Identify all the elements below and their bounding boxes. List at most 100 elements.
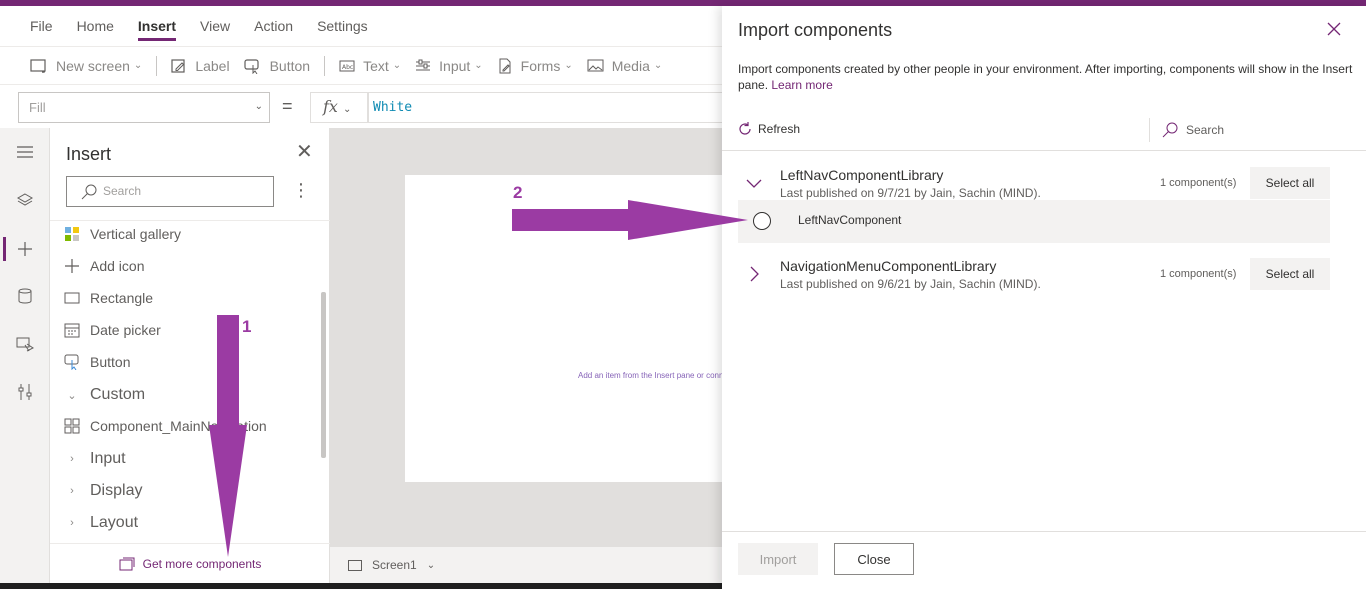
text-label: Text — [363, 57, 389, 74]
screen-selector[interactable]: Screen1 — [372, 558, 417, 572]
text-box-icon: Abc — [339, 60, 355, 71]
get-more-components-link[interactable]: Get more components — [50, 543, 330, 583]
component-count: 1 component(s) — [1160, 177, 1237, 189]
category-label: Layout — [90, 514, 139, 531]
new-screen-label: New screen — [56, 57, 130, 74]
formula-input[interactable]: White — [368, 92, 722, 123]
library-name: NavigationMenuComponentLibrary — [780, 258, 997, 274]
search-label: Search — [1186, 123, 1225, 137]
fx-label: fx — [323, 97, 338, 116]
insert-item-vertical-gallery[interactable]: Vertical gallery — [64, 220, 181, 248]
list-item-label: Date picker — [90, 322, 161, 338]
component-radio[interactable] — [753, 212, 771, 230]
data-cylinder-icon[interactable] — [13, 284, 37, 308]
media-icon[interactable] — [13, 332, 37, 356]
category-label: Input — [90, 450, 126, 467]
category-display[interactable]: › Display — [64, 477, 142, 505]
category-label: Display — [90, 482, 143, 499]
component-icon — [64, 418, 80, 434]
calendar-icon — [64, 322, 80, 338]
select-all-button[interactable]: Select all — [1250, 258, 1330, 290]
learn-more-link[interactable]: Learn more — [771, 78, 832, 92]
svg-text:Abc: Abc — [342, 64, 353, 71]
insert-item-add-icon[interactable]: Add icon — [64, 252, 144, 280]
input-dropdown[interactable]: Input ⌄ — [415, 58, 483, 74]
library-published: Last published on 9/6/21 by Jain, Sachin… — [780, 277, 1041, 291]
advanced-tools-icon[interactable] — [13, 380, 37, 404]
divider — [1149, 118, 1150, 142]
annotation-arrow-down — [209, 315, 247, 557]
panel-description: Import components created by other peopl… — [738, 61, 1353, 93]
media-dropdown[interactable]: Media ⌄ — [587, 57, 662, 74]
menu-view[interactable]: View — [200, 6, 230, 46]
label-button[interactable]: Label — [171, 58, 230, 74]
insert-item-rectangle[interactable]: Rectangle — [64, 284, 153, 312]
insert-item-button[interactable]: Button — [64, 348, 130, 376]
hamburger-menu-icon[interactable] — [13, 140, 37, 164]
insert-close-icon[interactable]: ✕ — [296, 142, 313, 162]
component-row[interactable]: LeftNavComponent — [738, 200, 1330, 243]
insert-item-date-picker[interactable]: Date picker — [64, 316, 161, 344]
status-bar: Screen1 ⌄ — [330, 546, 722, 583]
refresh-button[interactable]: Refresh — [738, 122, 800, 136]
import-components-panel: Import components Import components crea… — [722, 6, 1366, 589]
chevron-down-icon: ⌄ — [474, 60, 483, 71]
component-count: 1 component(s) — [1160, 268, 1237, 280]
panel-search[interactable]: Search — [1162, 122, 1224, 138]
select-all-button[interactable]: Select all — [1250, 167, 1330, 199]
menu-home[interactable]: Home — [77, 6, 114, 46]
forms-label: Forms — [520, 57, 561, 74]
chevron-down-icon[interactable] — [746, 175, 762, 191]
close-icon[interactable] — [1325, 20, 1343, 38]
insert-list: Vertical gallery Add icon Rectangle Date… — [50, 221, 320, 543]
text-dropdown[interactable]: Abc Text ⌄ — [339, 58, 401, 74]
menu-action[interactable]: Action — [254, 6, 293, 46]
more-options-icon[interactable]: ⋮ — [292, 180, 310, 201]
insert-search-input[interactable]: Search — [66, 176, 274, 207]
library-row: NavigationMenuComponentLibrary Last publ… — [738, 258, 1330, 298]
gallery-icon — [64, 226, 80, 242]
chevron-right-icon: › — [70, 453, 74, 465]
rail-active-indicator — [3, 237, 6, 261]
chevron-right-icon: › — [70, 517, 74, 529]
canvas-area: Add an item from the Insert pane or conn… — [330, 128, 722, 546]
component-library-icon — [119, 557, 135, 570]
menu-insert[interactable]: Insert — [137, 6, 177, 46]
chevron-right-icon: › — [70, 485, 74, 497]
panel-title: Import components — [738, 20, 893, 40]
input-label: Input — [439, 57, 471, 74]
media-image-icon — [587, 59, 604, 72]
chevron-down-icon: ⌄ — [392, 60, 402, 71]
list-item-label: Vertical gallery — [90, 226, 182, 242]
category-layout[interactable]: › Layout — [64, 509, 138, 537]
forms-dropdown[interactable]: Forms ⌄ — [497, 58, 573, 74]
property-value: Fill — [29, 100, 46, 115]
import-button[interactable]: Import — [738, 543, 818, 575]
insert-plus-icon[interactable] — [13, 237, 37, 261]
fx-button[interactable]: fx ⌄ — [310, 92, 368, 123]
chevron-down-icon: ⌄ — [133, 60, 143, 71]
menu-settings[interactable]: Settings — [317, 6, 368, 46]
toolbar-divider — [156, 55, 158, 76]
category-custom[interactable]: ⌄ Custom — [64, 381, 145, 409]
refresh-label: Refresh — [758, 122, 801, 136]
chevron-down-icon: ⌄ — [426, 559, 436, 571]
category-input[interactable]: › Input — [64, 445, 126, 473]
menu-file[interactable]: File — [30, 6, 53, 46]
toolbar-divider — [324, 55, 326, 76]
close-button[interactable]: Close — [834, 543, 914, 575]
refresh-icon — [739, 122, 751, 135]
button-button[interactable]: Button — [243, 58, 310, 74]
input-sliders-icon — [416, 59, 431, 70]
new-screen-button[interactable]: New screen ⌄ — [30, 58, 142, 74]
tree-view-layers-icon[interactable] — [13, 188, 37, 212]
media-label: Media — [611, 57, 650, 74]
insert-toolbar: New screen ⌄ Label Button Abc Text ⌄ Inp… — [0, 46, 722, 84]
insert-pane: Insert ✕ Search ⋮ Vertical gallery Add i… — [50, 128, 330, 583]
chevron-right-icon[interactable] — [746, 266, 762, 282]
insert-scrollbar[interactable] — [321, 292, 326, 458]
equals-sign: = — [282, 96, 293, 116]
menu-bar: File Home Insert View Action Settings — [0, 6, 722, 46]
button-icon — [64, 354, 80, 370]
property-dropdown[interactable]: Fill ⌄ — [18, 92, 270, 123]
